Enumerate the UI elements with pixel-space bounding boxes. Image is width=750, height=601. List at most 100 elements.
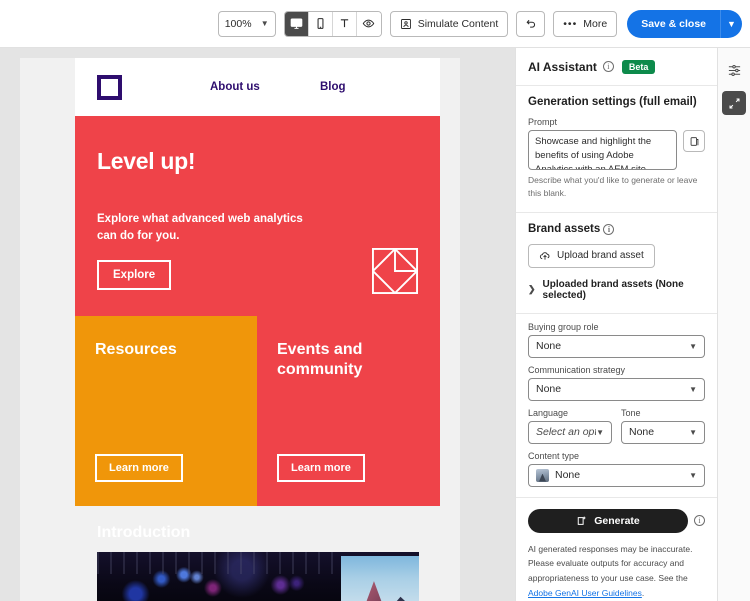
card-events-community[interactable]: Events and community Learn more: [257, 316, 440, 507]
ai-assistant-header: AI Assistant i Beta: [516, 48, 717, 86]
hero-heading: Level up!: [97, 148, 196, 174]
upload-brand-asset-label: Upload brand asset: [557, 250, 644, 261]
select-value: None: [536, 383, 562, 395]
genai-guidelines-link[interactable]: Adobe GenAI User Guidelines: [528, 588, 642, 598]
hero-cta-button[interactable]: Explore: [97, 260, 172, 291]
email-nav: About us Blog: [210, 58, 440, 116]
desktop-view-button[interactable]: [284, 11, 309, 36]
ai-disclaimer-text: AI generated responses may be inaccurate…: [528, 543, 693, 584]
save-close-group: Save & close ▼: [627, 9, 742, 38]
prompt-input[interactable]: Showcase and highlight the benefits of u…: [528, 130, 677, 170]
brand-logo: [97, 75, 122, 100]
card-resources[interactable]: Resources Learn more: [75, 316, 257, 507]
expand-panel-button[interactable]: [722, 91, 746, 115]
field-tone: Tone None ▼: [621, 408, 705, 444]
email-designer-app: 100% ▼ Simulate Content ••• More Save & …: [0, 0, 750, 601]
select-value: Select an opti...: [536, 426, 597, 438]
right-rail: [717, 48, 750, 601]
generate-section: Generate i AI generated responses may be…: [516, 498, 717, 601]
field-buying-group-role: Buying group role None ▼: [528, 322, 705, 358]
more-label: More: [583, 17, 608, 30]
email-canvas[interactable]: About us Blog Level up! Explore what adv…: [0, 48, 517, 601]
ai-assistant-panel: AI Assistant i Beta Generation settings …: [515, 48, 717, 601]
decorative-diamond-icon: [372, 248, 418, 295]
tone-select[interactable]: None ▼: [621, 420, 705, 444]
undo-button[interactable]: [516, 10, 546, 37]
zoom-level-value: 100%: [224, 17, 252, 30]
nav-link-blog[interactable]: Blog: [320, 81, 346, 93]
chevron-down-icon: ▼: [596, 427, 604, 437]
save-close-dropdown-button[interactable]: ▼: [720, 9, 742, 38]
view-mode-group: [283, 10, 382, 37]
ai-disclaimer-end: .: [641, 588, 645, 599]
field-label: Buying group role: [528, 321, 599, 332]
stage-truss: [97, 552, 339, 575]
zoom-level-select[interactable]: 100% ▼: [217, 10, 276, 37]
upload-brand-asset-button[interactable]: Upload brand asset: [528, 243, 655, 268]
hero-section[interactable]: Level up! Explore what advanced web anal…: [75, 116, 440, 317]
more-button[interactable]: ••• More: [553, 10, 618, 37]
generate-sparkle-icon: [577, 516, 586, 525]
info-icon[interactable]: i: [602, 61, 614, 72]
generation-settings-section: Generation settings (full email) Prompt …: [516, 86, 717, 213]
card-cta-button[interactable]: Learn more: [277, 454, 365, 483]
copy-icon: [690, 136, 698, 146]
prompt-library-button[interactable]: [683, 130, 705, 152]
chevron-down-icon: ▼: [260, 19, 269, 28]
info-icon[interactable]: i: [603, 223, 615, 235]
ellipsis-icon: •••: [563, 17, 578, 30]
generate-row: Generate i: [528, 508, 705, 533]
introduction-section[interactable]: Introduction: [75, 506, 440, 553]
chevron-down-icon: ▼: [689, 427, 697, 437]
simulate-content-icon: [400, 18, 411, 29]
uploaded-brand-assets-label: Uploaded brand assets (None selected): [542, 278, 684, 301]
top-toolbar: 100% ▼ Simulate Content ••• More Save & …: [0, 0, 750, 48]
field-language: Language Select an opti... ▼: [528, 408, 612, 444]
email-cards: Resources Learn more Events and communit…: [75, 316, 440, 507]
generate-button[interactable]: Generate: [528, 508, 688, 533]
communication-strategy-select[interactable]: None ▼: [528, 377, 705, 401]
buying-group-role-select[interactable]: None ▼: [528, 334, 705, 358]
card-title: Events and community: [277, 341, 363, 378]
introduction-title: Introduction: [97, 524, 191, 542]
sliders-icon: [728, 64, 740, 76]
chevron-right-icon: ❯: [528, 284, 536, 294]
save-close-button[interactable]: Save & close: [627, 9, 720, 38]
settings-rail-button[interactable]: [722, 58, 746, 82]
brand-assets-title: Brand assets i: [528, 223, 705, 235]
content-type-thumbnail-icon: [536, 468, 549, 482]
brand-assets-section: Brand assets i Upload brand asset ❯ Uplo…: [516, 213, 717, 314]
select-value: None: [629, 426, 655, 438]
panel-title: AI Assistant: [528, 59, 597, 74]
simulate-content-label: Simulate Content: [417, 17, 499, 30]
chevron-down-icon: ▼: [689, 470, 697, 480]
hero-body: Explore what advanced web analytics can …: [97, 213, 303, 242]
chevron-down-icon: ▼: [689, 341, 697, 351]
simulate-content-button[interactable]: Simulate Content: [389, 10, 509, 37]
generate-info-icon[interactable]: i: [694, 515, 705, 526]
expand-icon: [729, 98, 739, 108]
content-type-select[interactable]: None ▼: [528, 463, 705, 487]
uploaded-brand-assets-toggle[interactable]: ❯ Uploaded brand assets (None selected): [528, 279, 705, 301]
prompt-row: Showcase and highlight the benefits of u…: [528, 130, 705, 170]
field-communication-strategy: Communication strategy None ▼: [528, 365, 705, 401]
ai-disclaimer: AI generated responses may be inaccurate…: [528, 542, 705, 601]
introduction-image[interactable]: [97, 552, 419, 601]
select-value: None: [555, 469, 581, 481]
undo-icon: [526, 19, 536, 28]
select-value: None: [536, 340, 562, 352]
generation-parameters-section: Buying group role None ▼ Communication s…: [516, 314, 717, 498]
brand-assets-title-text: Brand assets: [528, 222, 601, 235]
prompt-label: Prompt: [528, 117, 558, 127]
cloud-upload-icon: [539, 251, 550, 260]
text-view-button[interactable]: [332, 11, 357, 36]
email-frame: About us Blog Level up! Explore what adv…: [20, 58, 460, 601]
chevron-down-icon: ▼: [727, 18, 736, 29]
language-select[interactable]: Select an opti... ▼: [528, 420, 612, 444]
card-title: Resources: [95, 341, 177, 359]
preview-eye-button[interactable]: [356, 11, 381, 36]
nav-link-about-us[interactable]: About us: [210, 81, 260, 93]
mobile-view-button[interactable]: [308, 11, 333, 36]
card-cta-button[interactable]: Learn more: [95, 454, 183, 483]
email-header: About us Blog: [75, 58, 440, 116]
